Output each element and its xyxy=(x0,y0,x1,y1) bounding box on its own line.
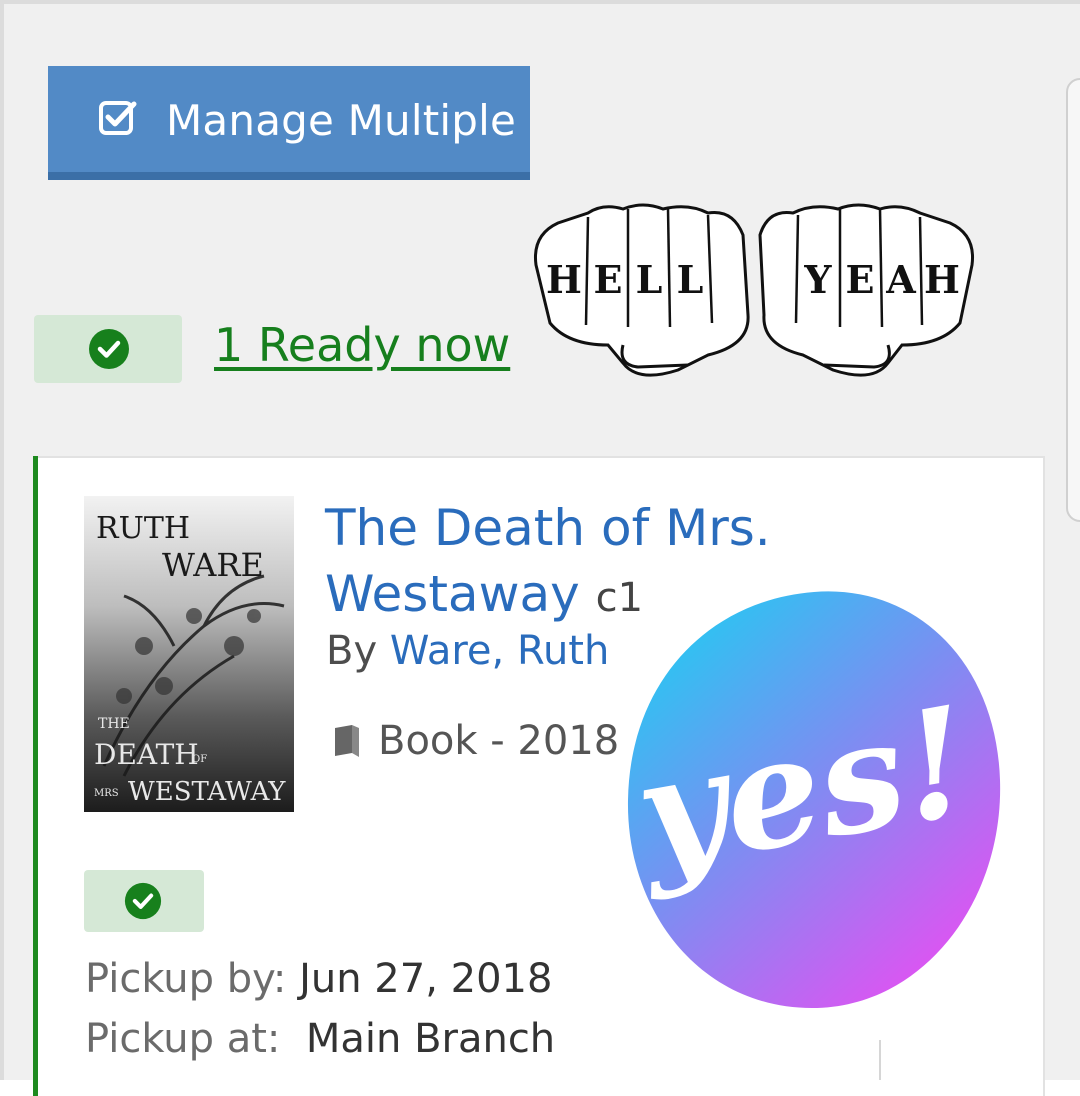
pickup-at-label: Pickup at: xyxy=(85,1016,281,1062)
book-cover-image[interactable]: RUTH WARE THE DEATH OF MRS WESTAWAY xyxy=(84,496,294,812)
left-border xyxy=(0,0,4,1080)
svg-text:DEATH: DEATH xyxy=(94,738,199,771)
svg-text:WESTAWAY: WESTAWAY xyxy=(128,777,286,807)
svg-text:E: E xyxy=(846,257,875,302)
ready-accent-bar xyxy=(33,456,38,1096)
svg-text:L: L xyxy=(636,257,663,302)
check-circle-icon xyxy=(89,329,129,369)
svg-text:L: L xyxy=(677,257,704,302)
svg-text:E: E xyxy=(594,257,623,302)
ready-status-badge xyxy=(34,315,182,383)
pickup-at-value: Main Branch xyxy=(305,1016,556,1062)
svg-text:THE: THE xyxy=(98,716,130,732)
svg-text:H: H xyxy=(546,257,582,302)
svg-text:OF: OF xyxy=(192,754,207,765)
ready-now-link[interactable]: 1 Ready now xyxy=(214,318,510,372)
svg-text:H: H xyxy=(924,257,960,302)
pickup-by-value: Jun 27, 2018 xyxy=(299,956,553,1002)
svg-text:RUTH: RUTH xyxy=(96,511,190,546)
by-label: By xyxy=(326,628,378,674)
pickup-by-label: Pickup by: xyxy=(85,956,287,1002)
svg-text:MRS: MRS xyxy=(94,788,119,799)
format-line: Book - 2018 xyxy=(332,718,619,764)
column-divider xyxy=(879,1040,881,1080)
svg-text:Y: Y xyxy=(803,257,832,302)
book-icon xyxy=(335,725,359,757)
manage-multiple-label: Manage Multiple xyxy=(166,96,517,145)
pickup-at-line: Pickup at: Main Branch xyxy=(85,1016,555,1062)
author-line: By Ware, Ruth xyxy=(326,628,609,674)
format-text: Book - 2018 xyxy=(378,718,620,764)
scrollbar[interactable] xyxy=(1066,78,1080,522)
hell-yeah-fists-sticker: H E L L Y E A H xyxy=(533,203,975,377)
top-border xyxy=(0,0,1080,4)
svg-text:WARE: WARE xyxy=(162,546,264,584)
pickup-by-line: Pickup by: Jun 27, 2018 xyxy=(85,956,552,1002)
svg-text:A: A xyxy=(885,257,916,302)
checkbox-checked-icon xyxy=(99,101,137,135)
manage-multiple-button[interactable]: Manage Multiple xyxy=(48,66,530,180)
hold-status-badge xyxy=(84,870,204,932)
check-circle-icon xyxy=(124,882,162,920)
yes-sticker: yes! xyxy=(624,591,1001,1008)
author-link[interactable]: Ware, Ruth xyxy=(390,628,610,674)
